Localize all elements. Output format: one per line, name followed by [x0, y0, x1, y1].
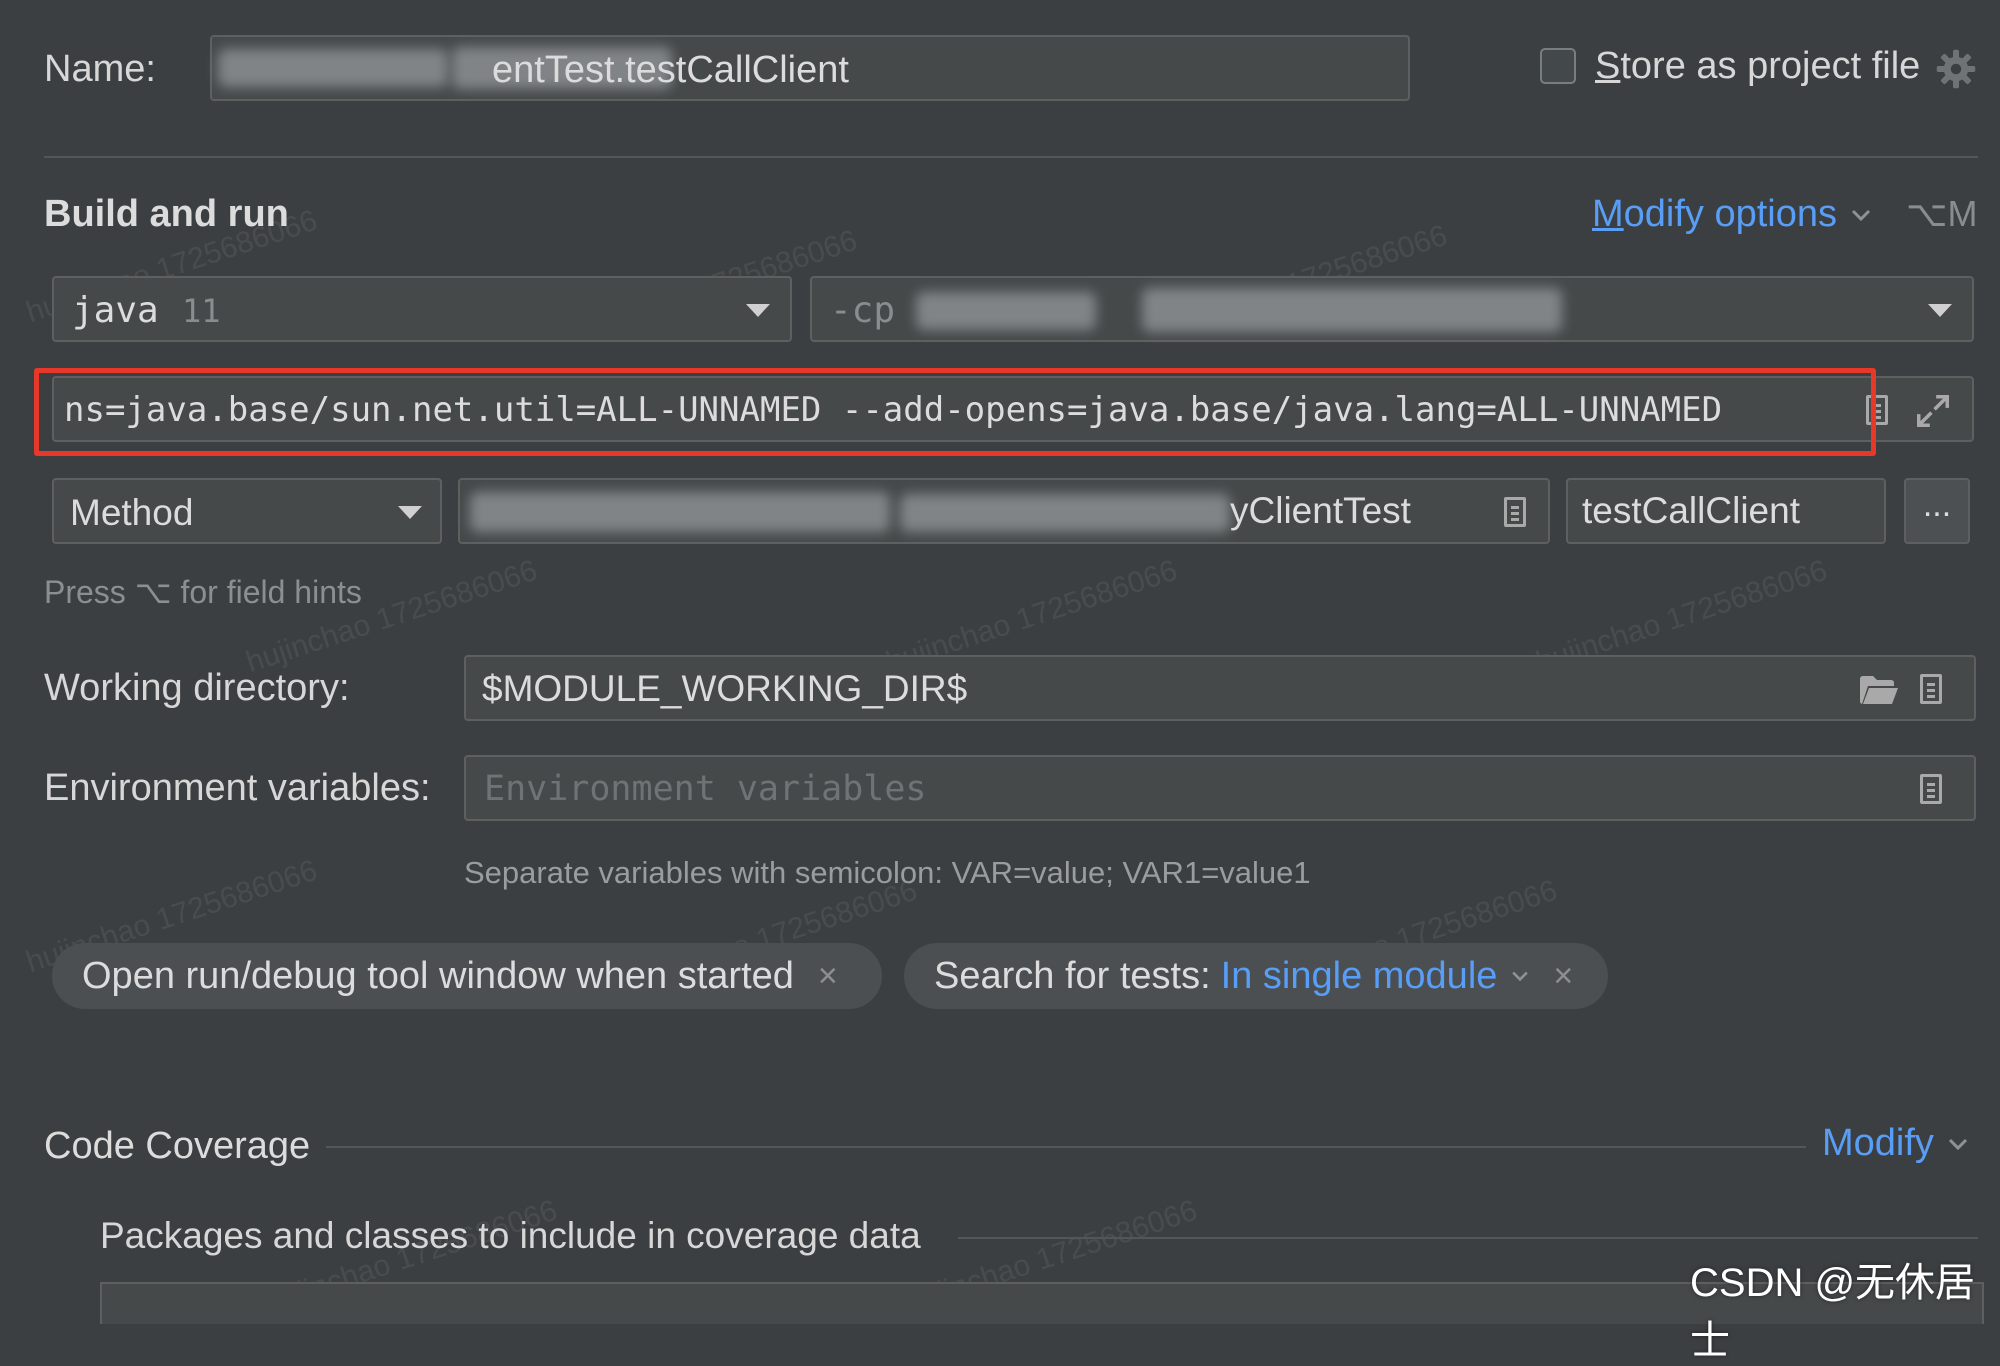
classpath-prefix: -cp [830, 290, 896, 331]
jdk-select[interactable]: java 11 [52, 276, 792, 342]
separator [958, 1237, 1978, 1239]
modify-options-mnemonic: M [1592, 193, 1624, 235]
redacted-region [900, 494, 1230, 532]
separator [326, 1146, 1806, 1148]
chevron-down-icon [1851, 209, 1871, 221]
store-as-project-mnemonic: S [1595, 45, 1621, 87]
redacted-region [916, 292, 1096, 330]
folder-icon[interactable] [1858, 673, 1900, 707]
open-tool-window-label: Open run/debug tool window when started [82, 954, 794, 997]
document-icon[interactable] [1920, 674, 1942, 704]
environment-variables-placeholder: Environment variables [484, 769, 927, 809]
triangle-down-icon [398, 506, 422, 519]
working-directory-input[interactable]: $MODULE_WORKING_DIR$ [464, 655, 1976, 721]
store-as-project-checkbox[interactable] [1540, 48, 1576, 84]
close-icon[interactable]: × [1553, 957, 1573, 996]
browse-button[interactable]: ... [1904, 478, 1970, 544]
document-icon[interactable] [1920, 774, 1942, 804]
coverage-modify-label: Modify [1822, 1122, 1934, 1164]
open-tool-window-chip[interactable]: Open run/debug tool window when started … [52, 943, 882, 1009]
test-kind-value: Method [70, 492, 194, 533]
triangle-down-icon [746, 304, 770, 317]
store-as-project-label[interactable]: Store as project file [1595, 45, 1920, 88]
search-scope-link[interactable]: In single module [1221, 955, 1498, 998]
test-method-input[interactable]: testCallClient [1566, 478, 1886, 544]
redacted-region [218, 49, 448, 87]
build-and-run-title: Build and run [44, 193, 289, 235]
chevron-down-icon [1512, 971, 1529, 982]
classpath-select[interactable]: -cp [810, 276, 1974, 342]
search-for-tests-chip[interactable]: Search for tests: In single module × [904, 943, 1608, 1009]
gear-icon[interactable] [1935, 48, 1977, 90]
environment-variables-help: Separate variables with semicolon: VAR=v… [464, 855, 1311, 890]
jdk-version: 11 [182, 292, 221, 330]
test-class-value: yClientTest [1230, 490, 1411, 531]
search-for-tests-label: Search for tests: [934, 954, 1211, 997]
modify-options-label: odify options [1623, 193, 1838, 235]
modify-options-shortcut: ⌥M [1906, 193, 1978, 234]
test-method-value: testCallClient [1582, 490, 1800, 531]
test-kind-select[interactable]: Method [52, 478, 442, 544]
highlight-box [34, 368, 1876, 456]
document-icon[interactable] [1504, 497, 1526, 527]
code-coverage-title: Code Coverage [44, 1125, 311, 1167]
triangle-down-icon [1928, 304, 1952, 317]
browse-button-label: ... [1922, 485, 1952, 524]
store-as-project-label-text: tore as project file [1620, 45, 1921, 87]
expand-icon[interactable] [1914, 392, 1952, 430]
working-directory-value: $MODULE_WORKING_DIR$ [482, 668, 968, 709]
field-hints-text: Press ⌥ for field hints [44, 574, 362, 610]
redacted-region [470, 492, 890, 532]
close-icon[interactable]: × [818, 957, 838, 996]
coverage-packages-label: Packages and classes to include in cover… [100, 1215, 921, 1256]
name-value: entTest.testCallClient [492, 49, 849, 91]
jdk-name: java [72, 290, 159, 331]
environment-variables-input[interactable]: Environment variables [464, 755, 1976, 821]
working-directory-label: Working directory: [44, 667, 350, 709]
coverage-modify-link[interactable]: Modify [1822, 1122, 1968, 1165]
chevron-down-icon [1948, 1138, 1967, 1150]
test-class-input[interactable]: yClientTest [458, 478, 1550, 544]
separator [44, 156, 1978, 158]
name-input[interactable]: entTest.testCallClient [210, 35, 1410, 101]
modify-options-link[interactable]: Modify options [1592, 193, 1871, 236]
environment-variables-label: Environment variables: [44, 767, 431, 809]
redacted-region [1142, 288, 1562, 332]
name-label: Name: [44, 48, 156, 90]
csdn-watermark: CSDN @无休居士 [1690, 1261, 1976, 1363]
